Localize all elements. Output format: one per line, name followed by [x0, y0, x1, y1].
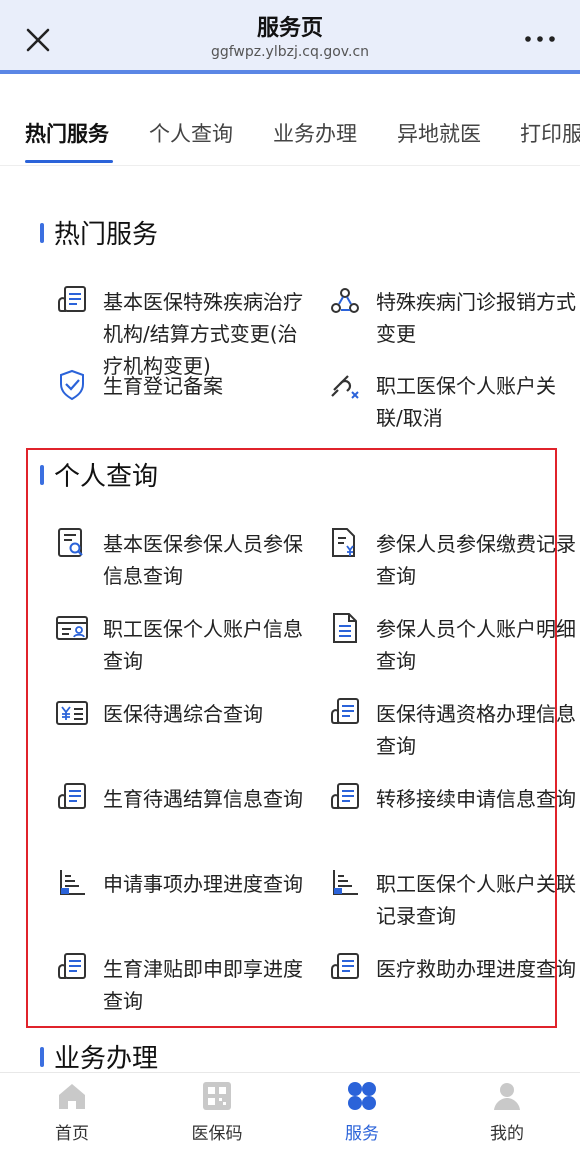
- service-item-label: 特殊疾病门诊报销方式变更: [376, 290, 576, 346]
- query-item-label: 生育津贴即申即享进度查询: [103, 957, 303, 1013]
- progress-chart-icon: [333, 870, 358, 895]
- nav-medical-code[interactable]: 医保码: [167, 1079, 267, 1144]
- query-item-label: 职工医保个人账户关联记录查询: [376, 872, 576, 928]
- query-item-label: 申请事项办理进度查询: [103, 872, 303, 896]
- query-item-label: 医保待遇综合查询: [103, 702, 263, 726]
- nav-label: 服务: [345, 1124, 379, 1144]
- nav-services[interactable]: 服务: [312, 1079, 412, 1144]
- people-network-icon: [331, 288, 359, 313]
- nav-label: 我的: [490, 1124, 524, 1144]
- tab-business[interactable]: 业务办理: [273, 118, 357, 148]
- query-item-label: 参保人员参保缴费记录查询: [376, 532, 576, 588]
- category-tabs: 热门服务 个人查询 业务办理 异地就医 打印服: [0, 96, 580, 166]
- nav-label: 医保码: [191, 1124, 243, 1144]
- form-icon: [331, 698, 359, 724]
- services-icon: [348, 1082, 376, 1110]
- section-title-personal: 个人查询: [40, 456, 158, 493]
- nav-profile[interactable]: 我的: [457, 1079, 557, 1144]
- query-item-label: 转移接续申请信息查询: [376, 787, 576, 811]
- nav-home[interactable]: 首页: [22, 1079, 122, 1144]
- service-item-label: 基本医保特殊疾病治疗机构/结算方式变更(治疗机构变更): [103, 290, 303, 378]
- service-item-label: 职工医保个人账户关联/取消: [376, 374, 556, 430]
- form-icon: [58, 953, 86, 979]
- section-marker: [40, 1046, 44, 1067]
- qr-code-icon: [203, 1082, 231, 1110]
- yuan-doc-icon: [332, 528, 355, 557]
- page-url: ggfwpz.ylbzj.cq.gov.cn: [210, 44, 370, 60]
- section-title-text: 个人查询: [54, 462, 159, 492]
- section-marker: [40, 222, 44, 243]
- section-title-business: 业务办理: [40, 1038, 158, 1075]
- document-icon: [333, 613, 357, 643]
- form-icon: [331, 783, 359, 809]
- tab-print[interactable]: 打印服: [520, 118, 580, 148]
- active-tab-indicator: [25, 160, 113, 163]
- unlink-icon: [331, 375, 359, 399]
- bottom-navigation: 首页 医保码 服务 我的: [0, 1072, 580, 1161]
- query-item-label: 医疗救助办理进度查询: [376, 957, 576, 981]
- progress-chart-icon: [60, 870, 85, 895]
- query-item-label: 医保待遇资格办理信息查询: [376, 702, 576, 758]
- form-icon: [58, 286, 86, 312]
- browser-top-bar: 服务页 ggfwpz.ylbzj.cq.gov.cn: [0, 0, 580, 72]
- nav-label: 首页: [55, 1124, 89, 1144]
- section-title-hot: 热门服务: [40, 214, 158, 251]
- section-title-text: 热门服务: [54, 220, 159, 250]
- more-icon[interactable]: [522, 26, 558, 52]
- section-title-text: 业务办理: [54, 1044, 159, 1074]
- service-item-label: 生育登记备案: [103, 374, 223, 398]
- tab-remote-medical[interactable]: 异地就医: [397, 118, 481, 148]
- form-icon: [331, 953, 359, 979]
- query-item-label: 生育待遇结算信息查询: [103, 787, 303, 811]
- tab-personal-query[interactable]: 个人查询: [149, 118, 233, 148]
- search-doc-icon: [58, 528, 83, 557]
- profile-icon: [494, 1083, 520, 1110]
- page-title: 服务页: [256, 16, 323, 41]
- load-progress-bar: [0, 70, 580, 74]
- yuan-card-icon: [56, 701, 88, 725]
- query-item-label: 职工医保个人账户信息查询: [103, 617, 303, 673]
- section-marker: [40, 464, 44, 485]
- query-item-label: 基本医保参保人员参保信息查询: [103, 532, 303, 588]
- form-icon: [58, 783, 86, 809]
- shield-check-icon: [60, 369, 84, 401]
- home-icon: [59, 1084, 85, 1109]
- tab-hot-services[interactable]: 热门服务: [25, 118, 109, 148]
- id-card-icon: [56, 616, 88, 640]
- query-item-label: 参保人员个人账户明细查询: [376, 617, 576, 673]
